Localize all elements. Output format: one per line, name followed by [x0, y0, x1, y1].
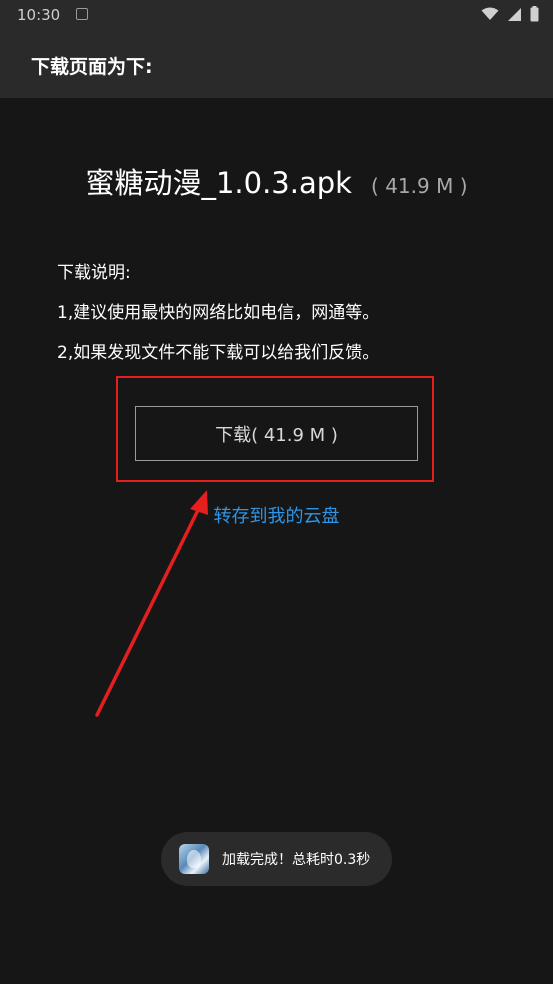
page-title: 下载页面为下: — [31, 56, 153, 78]
status-bar: 10:30 — [0, 0, 553, 30]
file-name: 蜜糖动漫_1.0.3.apk — [85, 166, 352, 200]
toast-message: 加载完成！总耗时0.3秒 — [222, 852, 371, 868]
instructions-heading: 下载说明: — [57, 263, 131, 283]
notification-icon — [76, 8, 88, 20]
screen: 10:30 下载页面为下: 蜜糖动漫_1.0.3.apk ( 41.9 M ) … — [0, 0, 553, 984]
instruction-item: 1,建议使用最快的网络比如电信，网通等。 — [57, 303, 380, 323]
status-time: 10:30 — [17, 6, 61, 24]
file-info: 蜜糖动漫_1.0.3.apk ( 41.9 M ) — [0, 160, 553, 202]
download-button[interactable]: 下载( 41.9 M ) — [135, 406, 418, 461]
status-icons — [481, 6, 539, 22]
toast: 加载完成！总耗时0.3秒 — [161, 832, 392, 886]
file-size: ( 41.9 M ) — [371, 174, 468, 198]
battery-icon — [530, 6, 539, 22]
app-bar: 下载页面为下: — [0, 30, 553, 98]
save-to-cloud-link[interactable]: 转存到我的云盘 — [0, 502, 553, 528]
wifi-icon — [481, 7, 499, 20]
signal-icon — [508, 7, 521, 21]
app-icon — [179, 844, 209, 874]
download-instructions: 下载说明: 1,建议使用最快的网络比如电信，网通等。 2,如果发现文件不能下载可… — [57, 262, 379, 382]
